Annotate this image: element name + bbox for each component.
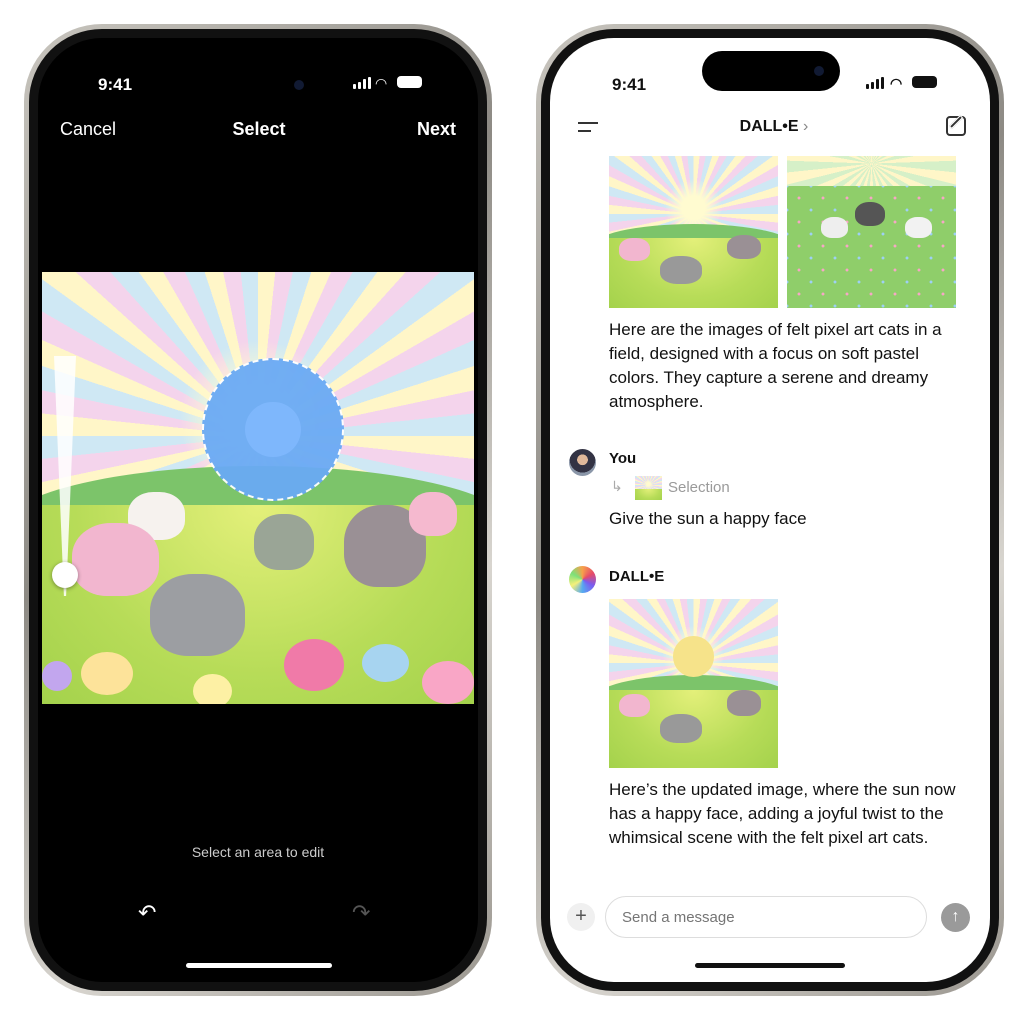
battery-icon [912, 76, 937, 88]
editable-image[interactable] [42, 272, 474, 704]
selection-reference[interactable]: Selection [668, 479, 730, 496]
undo-icon[interactable]: ↶ [138, 900, 156, 926]
user-avatar [569, 449, 596, 476]
chat-title-button[interactable]: DALL•E › [550, 118, 990, 136]
home-indicator [695, 963, 845, 968]
dynamic-island [702, 51, 840, 91]
left-phone: 9:41 ◠ Cancel Select Next Select an area… [24, 24, 492, 996]
generated-image-1[interactable] [609, 156, 778, 308]
sender-name: DALL•E [609, 568, 665, 585]
selection-thumbnail[interactable] [635, 476, 662, 500]
chevron-right-icon: › [803, 118, 809, 135]
reply-arrow-icon: ↳ [611, 478, 623, 494]
signal-icon [353, 77, 371, 89]
wifi-icon: ◠ [890, 75, 903, 91]
generated-image-2[interactable] [787, 156, 956, 308]
send-button[interactable]: ↑ [941, 903, 970, 932]
selection-area[interactable] [201, 358, 345, 501]
left-screen: 9:41 ◠ Cancel Select Next Select an area… [38, 38, 478, 982]
screen-title: Select [232, 119, 286, 139]
add-attachment-button[interactable]: + [567, 903, 595, 931]
message-input[interactable] [605, 896, 927, 938]
signal-icon [866, 77, 884, 89]
home-indicator [186, 963, 332, 968]
next-button[interactable]: Next [417, 119, 456, 140]
assistant-message: Here are the images of felt pixel art ca… [609, 320, 942, 411]
chat-title: DALL•E [739, 118, 799, 135]
new-chat-icon[interactable] [946, 114, 966, 136]
camera-icon [294, 80, 304, 90]
hint-text: Select an area to edit [191, 844, 325, 860]
battery-icon [397, 76, 422, 88]
updated-image[interactable] [609, 599, 778, 768]
right-phone: 9:41 ◠ DALL•E › Here are the images of f… [536, 24, 1004, 996]
brush-size-knob[interactable] [52, 562, 78, 588]
wifi-icon: ◠ [375, 75, 388, 91]
right-screen: 9:41 ◠ DALL•E › Here are the images of f… [550, 38, 990, 982]
dalle-avatar [569, 566, 596, 593]
user-message: Give the sun a happy face [609, 509, 807, 528]
status-time: 9:41 [98, 75, 133, 94]
redo-icon[interactable]: ↷ [352, 900, 370, 926]
status-time: 9:41 [612, 75, 647, 94]
sender-name: You [609, 450, 637, 467]
assistant-message: Here’s the updated image, where the sun … [609, 780, 956, 847]
